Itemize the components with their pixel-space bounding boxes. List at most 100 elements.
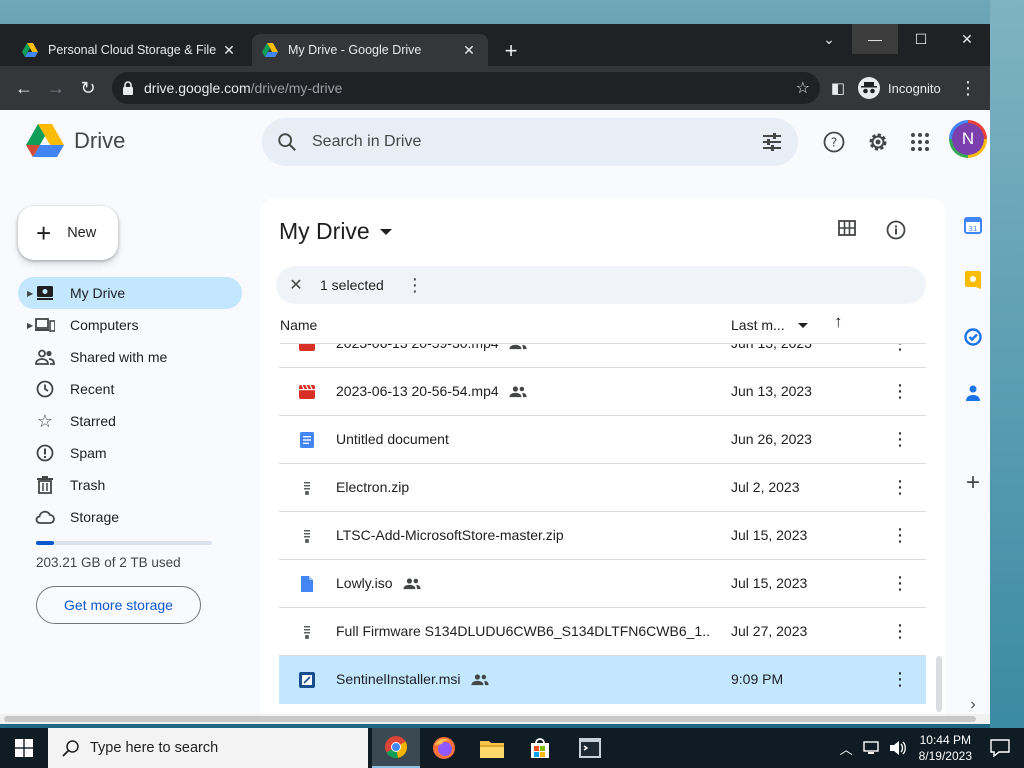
- contacts-icon[interactable]: [962, 382, 984, 404]
- account-avatar[interactable]: N: [949, 120, 987, 158]
- tab-strip: Personal Cloud Storage & File Sh ✕ My Dr…: [0, 24, 990, 66]
- apps-grid-icon[interactable]: [906, 128, 934, 156]
- taskbar-firefox-icon[interactable]: [420, 728, 468, 768]
- drive-logo-icon: [26, 124, 64, 157]
- tab-search-chevron-icon[interactable]: ⌄: [806, 24, 852, 54]
- search-icon: [278, 133, 296, 151]
- expand-arrow-icon[interactable]: ▶: [27, 321, 33, 330]
- title-dropdown-caret-icon: [379, 228, 392, 235]
- sort-field-caret-icon[interactable]: [798, 323, 808, 328]
- sidebar-item-storage[interactable]: Storage: [18, 501, 242, 533]
- sort-direction-arrow-icon[interactable]: ↑: [834, 312, 843, 332]
- show-hidden-icons-chevron-icon[interactable]: ︿: [840, 739, 853, 758]
- row-more-actions-icon[interactable]: ⋮: [891, 620, 909, 642]
- storage-progress-fill: [36, 541, 54, 545]
- drive-logo[interactable]: Drive: [26, 124, 125, 158]
- back-button[interactable]: ←: [10, 74, 38, 102]
- sidebar-item-spam[interactable]: Spam: [18, 437, 242, 469]
- column-header: Name Last m... ↑: [280, 306, 926, 344]
- trash-icon: [34, 474, 56, 496]
- file-row[interactable]: Full Firmware S134DLUDU6CWB6_S134DLTFN6C…: [279, 608, 926, 656]
- file-name: LTSC-Add-MicrosoftStore-master.zip: [336, 527, 564, 543]
- sidebar-item-computers[interactable]: ▶ Computers: [18, 309, 242, 341]
- file-row[interactable]: Electron.zip Jul 2, 2023 ⋮: [279, 464, 926, 512]
- search-icon: [62, 740, 79, 757]
- get-more-storage-button[interactable]: Get more storage: [36, 586, 201, 624]
- search-placeholder: Search in Drive: [312, 133, 422, 150]
- tasks-icon[interactable]: [962, 326, 984, 348]
- help-icon[interactable]: ?: [820, 128, 848, 156]
- sidebar-item-starred[interactable]: ☆ Starred: [18, 405, 242, 437]
- calendar-icon[interactable]: 31: [962, 214, 984, 236]
- taskbar-clock[interactable]: 10:44 PM 8/19/2023: [919, 732, 972, 764]
- shared-people-icon: [509, 386, 527, 398]
- spam-icon: [34, 442, 56, 464]
- search-options-icon[interactable]: [762, 132, 782, 152]
- incognito-indicator[interactable]: Incognito: [858, 73, 941, 103]
- expand-side-panel-icon[interactable]: ›: [962, 694, 984, 716]
- new-tab-button[interactable]: +: [498, 38, 524, 64]
- system-tray: ︿ 10:44 PM 8/19/2023: [840, 728, 1024, 768]
- expand-arrow-icon[interactable]: ▶: [27, 289, 33, 298]
- taskbar-file-explorer-icon[interactable]: [468, 728, 516, 768]
- keep-icon[interactable]: [962, 270, 984, 292]
- more-actions-icon[interactable]: ⋮: [406, 275, 424, 296]
- close-tab-icon[interactable]: ✕: [460, 41, 478, 59]
- tab-personal-cloud-storage[interactable]: Personal Cloud Storage & File Sh ✕: [12, 34, 248, 66]
- start-button[interactable]: [0, 728, 48, 768]
- reload-button[interactable]: ↻: [74, 74, 102, 102]
- browser-menu-icon[interactable]: ⋮: [954, 74, 982, 102]
- taskbar-terminal-icon[interactable]: [566, 728, 614, 768]
- address-bar[interactable]: drive.google.com/drive/my-drive ☆: [112, 72, 820, 104]
- new-button[interactable]: + New: [18, 206, 118, 260]
- maximize-button[interactable]: ☐: [898, 24, 944, 54]
- sidebar-item-shared-with-me[interactable]: Shared with me: [18, 341, 242, 373]
- settings-gear-icon[interactable]: [864, 128, 892, 156]
- row-more-actions-icon[interactable]: ⋮: [891, 572, 909, 594]
- sidebar-item-trash[interactable]: Trash: [18, 469, 242, 501]
- file-name: Lowly.iso: [336, 575, 421, 591]
- row-more-actions-icon[interactable]: ⋮: [891, 380, 909, 402]
- row-more-actions-icon[interactable]: ⋮: [891, 476, 909, 498]
- page-title[interactable]: My Drive: [279, 218, 392, 245]
- selection-toolbar: ✕ 1 selected ⋮: [276, 266, 926, 304]
- grid-view-icon[interactable]: [838, 220, 856, 241]
- notifications-icon[interactable]: [990, 739, 1010, 757]
- bookmark-star-icon[interactable]: ☆: [796, 78, 810, 98]
- last-modified-column-header[interactable]: Last m...: [731, 317, 785, 333]
- file-row[interactable]: Lowly.iso Jul 15, 2023 ⋮: [279, 560, 926, 608]
- row-more-actions-icon[interactable]: ⋮: [891, 344, 909, 354]
- side-panel-icon[interactable]: ◧: [824, 74, 852, 102]
- file-row[interactable]: 2023-06-13 20-59-30.mp4 Jun 13, 2023 ⋮: [279, 344, 926, 368]
- tab-my-drive[interactable]: My Drive - Google Drive ✕: [252, 34, 488, 66]
- file-row[interactable]: SentinelInstaller.msi 9:09 PM ⋮: [279, 656, 926, 704]
- vertical-scrollbar[interactable]: [936, 656, 942, 712]
- taskbar-search-box[interactable]: Type here to search: [48, 728, 368, 768]
- row-more-actions-icon[interactable]: ⋮: [891, 524, 909, 546]
- row-more-actions-icon[interactable]: ⋮: [891, 428, 909, 450]
- close-window-button[interactable]: ✕: [944, 24, 990, 54]
- file-row[interactable]: 2023-06-13 20-56-54.mp4 Jun 13, 2023 ⋮: [279, 368, 926, 416]
- close-tab-icon[interactable]: ✕: [220, 41, 238, 59]
- volume-icon[interactable]: [889, 740, 907, 756]
- file-name: Untitled document: [336, 431, 449, 447]
- sidebar-item-my-drive[interactable]: ▶ My Drive: [18, 277, 242, 309]
- info-icon[interactable]: [886, 220, 906, 245]
- row-more-actions-icon[interactable]: ⋮: [891, 668, 909, 690]
- file-row[interactable]: Untitled document Jun 26, 2023 ⋮: [279, 416, 926, 464]
- add-addon-plus-icon[interactable]: +: [962, 469, 984, 496]
- sidebar-item-recent[interactable]: Recent: [18, 373, 242, 405]
- taskbar-microsoft-store-icon[interactable]: [516, 728, 564, 768]
- clear-selection-icon[interactable]: ✕: [286, 275, 306, 295]
- clock-time: 10:44 PM: [919, 733, 971, 747]
- minimize-button[interactable]: —: [852, 24, 898, 54]
- horizontal-scrollbar[interactable]: [0, 714, 990, 724]
- name-column-header[interactable]: Name: [280, 317, 317, 333]
- file-row[interactable]: LTSC-Add-MicrosoftStore-master.zip Jul 15…: [279, 512, 926, 560]
- forward-button[interactable]: →: [42, 74, 70, 102]
- search-input[interactable]: Search in Drive: [262, 118, 798, 166]
- taskbar-chrome-icon[interactable]: [372, 728, 420, 768]
- people-icon: [34, 346, 56, 368]
- horizontal-scrollbar-thumb[interactable]: [4, 716, 976, 722]
- network-icon[interactable]: [862, 740, 881, 756]
